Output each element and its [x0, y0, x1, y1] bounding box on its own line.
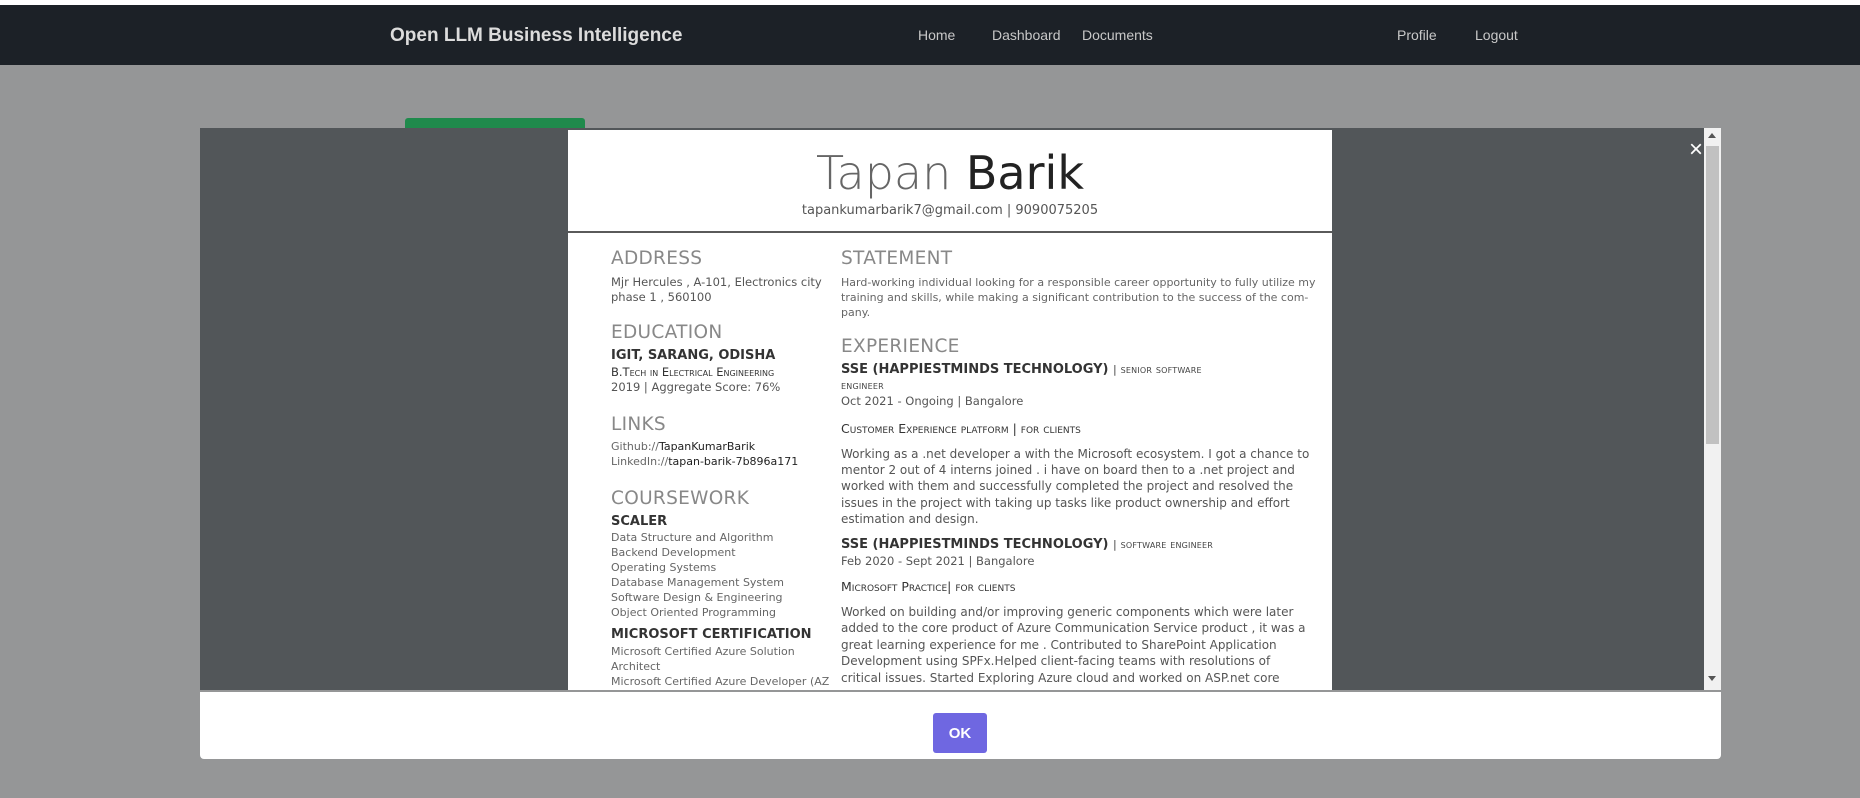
statement-line: Hard-working individual looking for a re… [841, 276, 1316, 289]
job-desc-line: mentor 2 out of 4 interns joined . i hav… [841, 463, 1295, 477]
job-desc-line: Working as a .net developer a with the M… [841, 447, 1310, 461]
education-heading: EDUCATION [611, 322, 723, 343]
nav-dashboard[interactable]: Dashboard [992, 27, 1061, 43]
course-item: Backend Development [611, 546, 736, 559]
education-degree: B.Tech in Electrical Engineering [611, 365, 775, 379]
pdf-viewer[interactable]: × Tapan Barik tapankumarbarik7@gmail.com… [200, 128, 1721, 690]
nav-profile[interactable]: Profile [1397, 27, 1437, 43]
job-role: | senior software [1113, 363, 1202, 376]
statement-line: training and skills, while making a sign… [841, 291, 1309, 304]
job-desc-line: estimation and design. [841, 512, 979, 526]
job-desc-line: added to the core product of Azure Commu… [841, 621, 1306, 635]
resume-modal: × Tapan Barik tapankumarbarik7@gmail.com… [200, 128, 1721, 759]
job-role: | software engineer [1113, 538, 1214, 551]
scroll-up-arrow-icon[interactable] [1708, 133, 1716, 138]
links-heading: LINKS [611, 414, 666, 435]
course-item: Microsoft Certified Azure Developer (AZ [611, 675, 830, 688]
github-link[interactable]: Github://TapanKumarBarik [611, 439, 755, 454]
job-desc-line: issues in the project with taking up tas… [841, 496, 1290, 510]
brand-title[interactable]: Open LLM Business Intelligence [390, 25, 682, 47]
job-desc-line: Worked on building and/or improving gene… [841, 605, 1294, 619]
job-title: SSE (HAPPIESTMINDS TECHNOLOGY) | senior … [841, 362, 1202, 377]
resume-page: Tapan Barik tapankumarbarik7@gmail.com |… [568, 130, 1332, 690]
education-school: IGIT, SARANG, ODISHA [611, 348, 776, 363]
course-item: Object Oriented Programming [611, 606, 776, 619]
course-item: Architect [611, 660, 661, 673]
github-label: Github:// [611, 440, 659, 453]
course-item: Data Structure and Algorithm [611, 531, 774, 544]
job-desc-line: critical issues. Started Exploring Azure… [841, 671, 1280, 685]
modal-footer: OK [200, 692, 1721, 759]
job-project: Microsoft Practice| for clients [841, 579, 1016, 594]
job-role-cont: engineer [841, 378, 884, 393]
job-desc-line: Development using SPFx.Helped client-fac… [841, 654, 1271, 668]
close-icon[interactable]: × [1689, 138, 1703, 162]
course-item: Operating Systems [611, 561, 717, 574]
job-desc-line: great learning experience for me . Contr… [841, 638, 1277, 652]
contact-line: tapankumarbarik7@gmail.com | 9090075205 [801, 203, 1099, 218]
job-dates: Feb 2020 - Sept 2021 | Bangalore [841, 554, 1035, 568]
job-desc-line: worked with them and successfully comple… [841, 479, 1294, 493]
course-item: Software Design & Engineering [611, 591, 783, 604]
address-heading: ADDRESS [611, 248, 703, 269]
coursework-group: MICROSOFT CERTIFICATION [611, 627, 812, 642]
linkedin-link[interactable]: LinkedIn://tapan-barik-7b896a171 [611, 454, 798, 469]
scrollbar-thumb[interactable] [1706, 146, 1719, 444]
nav-home[interactable]: Home [918, 27, 955, 43]
job-dates: Oct 2021 - Ongoing | Bangalore [841, 394, 1024, 408]
job-title: SSE (HAPPIESTMINDS TECHNOLOGY) | softwar… [841, 537, 1213, 552]
scroll-down-arrow-icon[interactable] [1708, 676, 1716, 681]
address-line: Mjr Hercules , A-101, Electronics city [611, 275, 822, 289]
scrollbar[interactable] [1704, 128, 1721, 690]
job-role: engineer [841, 379, 884, 392]
statement-line: pany. [841, 306, 871, 319]
header-divider [568, 231, 1332, 233]
job-project: Customer Experience platform | for clien… [841, 421, 1081, 436]
coursework-group: SCALER [611, 514, 668, 529]
education-score: 2019 | Aggregate Score: 76% [611, 380, 781, 394]
course-item: Database Management System [611, 576, 784, 589]
navbar: Open LLM Business Intelligence Home Dash… [0, 5, 1860, 65]
nav-logout[interactable]: Logout [1475, 27, 1518, 43]
course-item: Microsoft Certified Azure Solution [611, 645, 795, 658]
linkedin-value: tapan-barik-7b896a171 [668, 455, 799, 468]
linkedin-label: LinkedIn:// [611, 455, 669, 468]
address-line: phase 1 , 560100 [611, 290, 712, 304]
job-company: SSE (HAPPIESTMINDS TECHNOLOGY) [841, 362, 1109, 377]
first-name: Tapan [816, 146, 952, 200]
last-name: Barik [965, 146, 1084, 200]
coursework-heading: COURSEWORK [611, 488, 750, 509]
ok-button[interactable]: OK [933, 713, 987, 753]
nav-documents[interactable]: Documents [1082, 27, 1153, 43]
job-company: SSE (HAPPIESTMINDS TECHNOLOGY) [841, 537, 1109, 552]
experience-heading: EXPERIENCE [841, 336, 960, 357]
github-value: TapanKumarBarik [658, 440, 756, 453]
statement-heading: STATEMENT [841, 248, 953, 269]
resume-name: Tapan Barik [568, 146, 1332, 200]
